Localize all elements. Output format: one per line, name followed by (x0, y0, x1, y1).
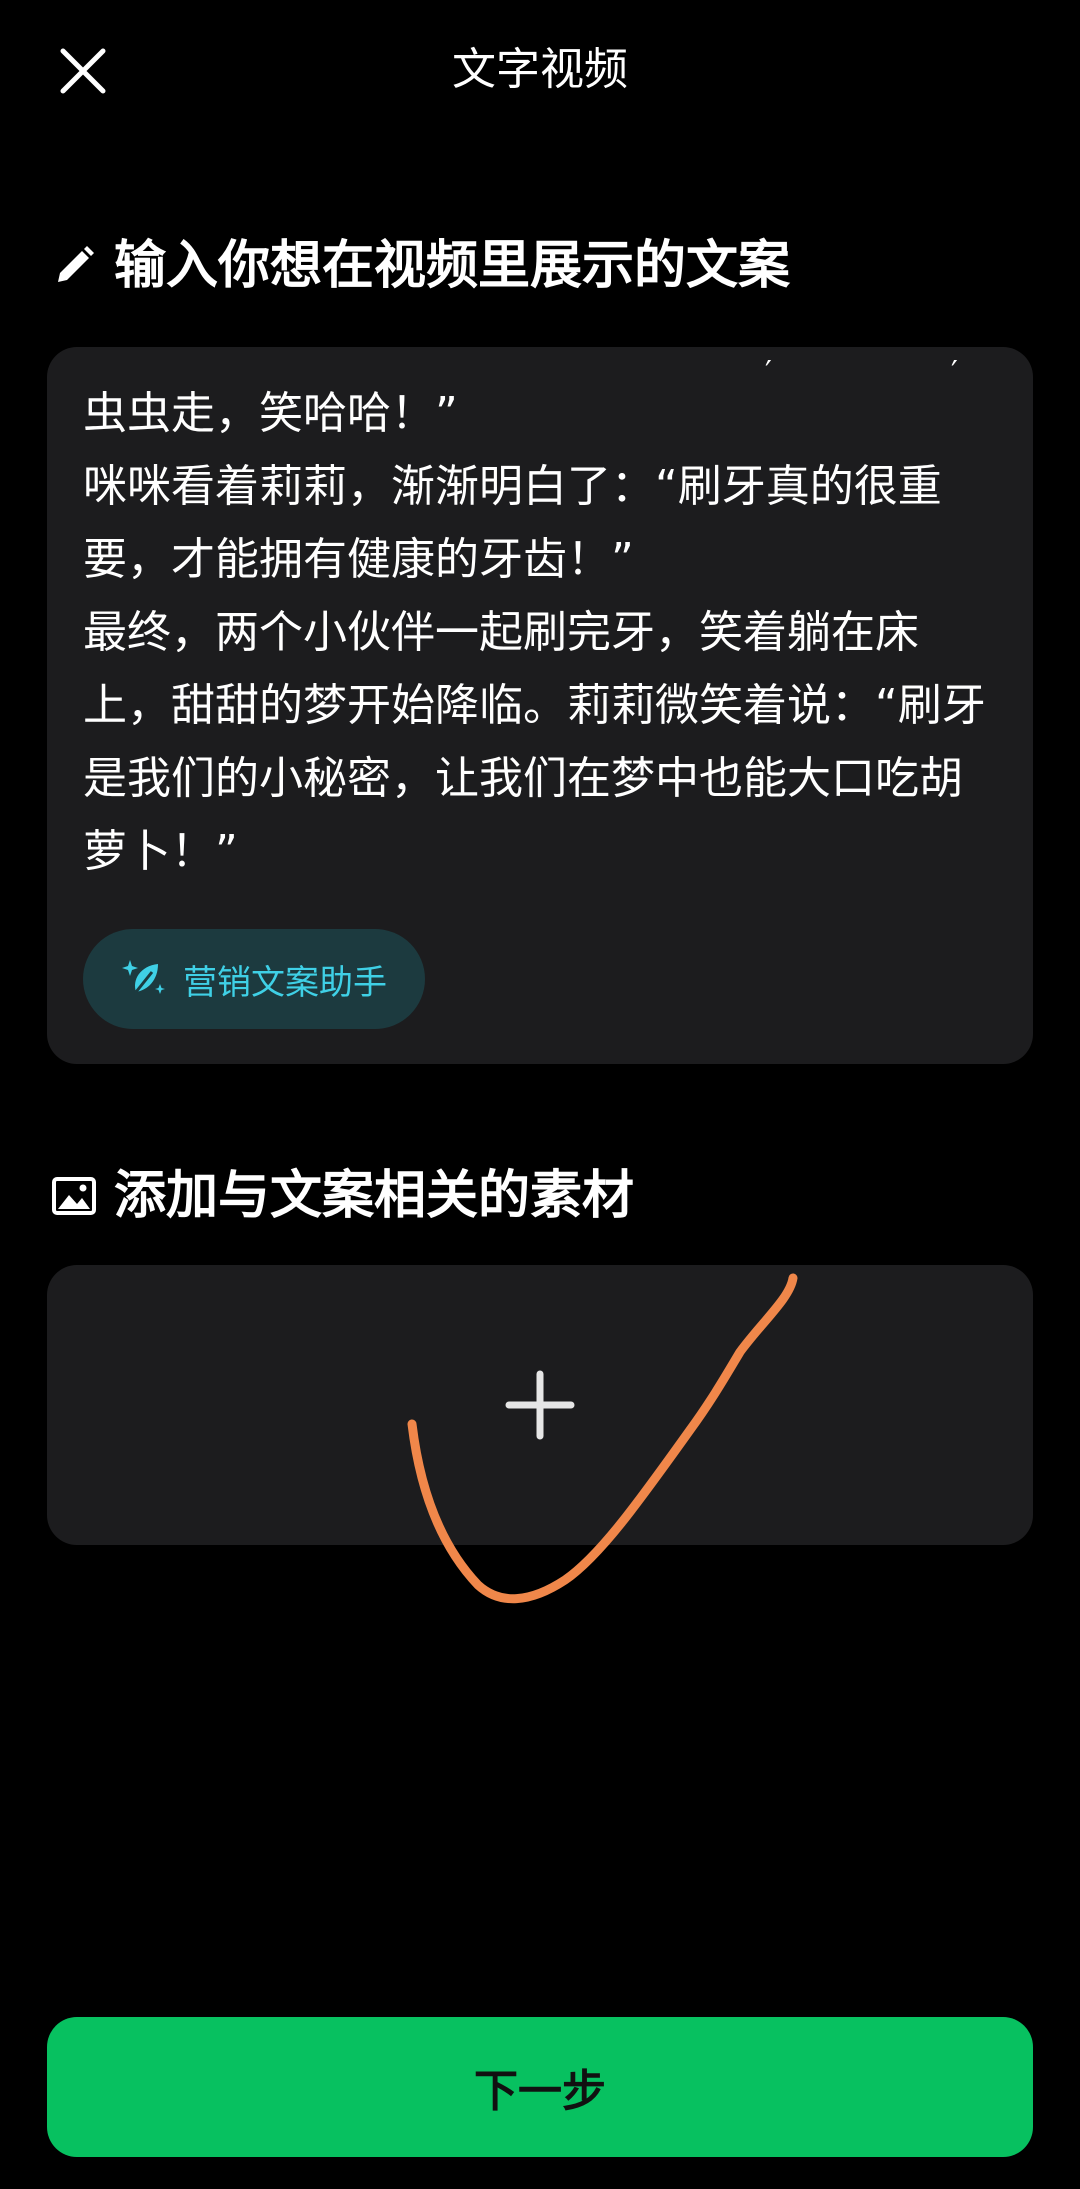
marketing-copy-assistant-label: 营销文案助手 (183, 962, 387, 1003)
page-title: 文字视频 (452, 44, 628, 95)
image-icon (50, 1172, 98, 1220)
next-step-button[interactable]: 下一步 (47, 2017, 1033, 2157)
annotation-checkmark (407, 1273, 798, 1604)
script-textarea[interactable]: 虫虫走，笑哈哈！” 咪咪看着莉莉，渐渐明白了：“刷牙真的很重要，才能拥有健康的牙… (83, 377, 1003, 888)
section-title-media-label: 添加与文案相关的素材 (114, 1166, 635, 1226)
section-title-text: 输入你想在视频里展示的文案 (50, 230, 790, 302)
top-bar: 文字视频 (0, 0, 1080, 140)
sparkle-leaf-icon (121, 955, 169, 1003)
pencil-icon (50, 242, 98, 290)
plus-icon (505, 1370, 575, 1440)
section-title-media: 添加与文案相关的素材 (50, 1160, 634, 1232)
script-card[interactable]: ′ ′ 虫虫走，笑哈哈！” 咪咪看着莉莉，渐渐明白了：“刷牙真的很重要，才能拥有… (47, 347, 1033, 1064)
marketing-copy-assistant-button[interactable]: 营销文案助手 (83, 929, 425, 1029)
section-title-text-label: 输入你想在视频里展示的文案 (114, 236, 791, 296)
